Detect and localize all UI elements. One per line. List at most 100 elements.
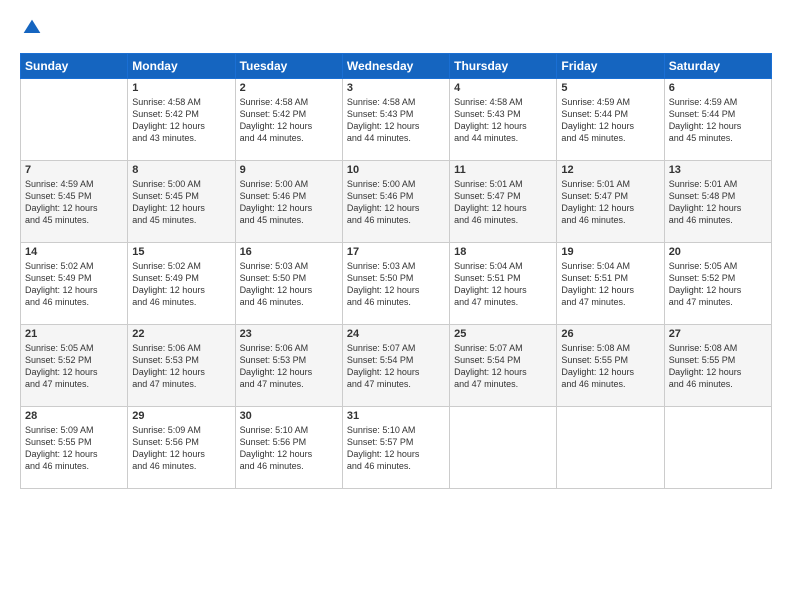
calendar-cell: 23 Sunrise: 5:06 AM Sunset: 5:53 PM Dayli… xyxy=(235,325,342,407)
day-info: Sunrise: 4:58 AM Sunset: 5:42 PM Dayligh… xyxy=(132,96,230,145)
day-number: 16 xyxy=(240,246,338,258)
day-number: 14 xyxy=(25,246,123,258)
calendar-cell: 1 Sunrise: 4:58 AM Sunset: 5:42 PM Daylig… xyxy=(128,79,235,161)
day-number: 12 xyxy=(561,164,659,176)
day-info: Sunrise: 5:09 AM Sunset: 5:55 PM Dayligh… xyxy=(25,424,123,473)
day-number: 19 xyxy=(561,246,659,258)
weekday-header-monday: Monday xyxy=(128,54,235,79)
calendar-week-4: 21 Sunrise: 5:05 AM Sunset: 5:52 PM Dayli… xyxy=(21,325,772,407)
calendar-cell: 3Sunrise: 4:58 AM Sunset: 5:43 PM Daylig… xyxy=(342,79,449,161)
day-number: 30 xyxy=(240,410,338,422)
logo-icon xyxy=(22,18,42,38)
day-info: Sunrise: 5:07 AM Sunset: 5:54 PM Dayligh… xyxy=(454,342,552,391)
day-number: 31 xyxy=(347,410,445,422)
day-info: Sunrise: 5:03 AM Sunset: 5:50 PM Dayligh… xyxy=(240,260,338,309)
day-info: Sunrise: 5:08 AM Sunset: 5:55 PM Dayligh… xyxy=(561,342,659,391)
day-info: Sunrise: 5:08 AM Sunset: 5:55 PM Dayligh… xyxy=(669,342,767,391)
day-number: 23 xyxy=(240,328,338,340)
calendar-cell: 18 Sunrise: 5:04 AM Sunset: 5:51 PM Dayli… xyxy=(450,243,557,325)
day-info: Sunrise: 5:00 AM Sunset: 5:45 PM Dayligh… xyxy=(132,178,230,227)
day-info: Sunrise: 5:06 AM Sunset: 5:53 PM Dayligh… xyxy=(240,342,338,391)
day-info: Sunrise: 4:59 AM Sunset: 5:44 PM Dayligh… xyxy=(669,96,767,145)
weekday-header-sunday: Sunday xyxy=(21,54,128,79)
day-info: Sunrise: 5:01 AM Sunset: 5:47 PM Dayligh… xyxy=(454,178,552,227)
calendar-cell: 24 Sunrise: 5:07 AM Sunset: 5:54 PM Dayli… xyxy=(342,325,449,407)
weekday-header-friday: Friday xyxy=(557,54,664,79)
day-number: 11 xyxy=(454,164,552,176)
calendar-cell: 27 Sunrise: 5:08 AM Sunset: 5:55 PM Dayli… xyxy=(664,325,771,407)
day-number: 4 xyxy=(454,82,552,94)
calendar-cell: 31 Sunrise: 5:10 AM Sunset: 5:57 PM Dayli… xyxy=(342,407,449,489)
weekday-header-wednesday: Wednesday xyxy=(342,54,449,79)
day-info: Sunrise: 5:10 AM Sunset: 5:56 PM Dayligh… xyxy=(240,424,338,473)
day-info: Sunrise: 5:02 AM Sunset: 5:49 PM Dayligh… xyxy=(132,260,230,309)
calendar-table: SundayMondayTuesdayWednesdayThursdayFrid… xyxy=(20,53,772,489)
weekday-header-row: SundayMondayTuesdayWednesdayThursdayFrid… xyxy=(21,54,772,79)
calendar-cell: 7 Sunrise: 4:59 AM Sunset: 5:45 PM Daylig… xyxy=(21,161,128,243)
day-number: 24 xyxy=(347,328,445,340)
calendar-cell: 14 Sunrise: 5:02 AM Sunset: 5:49 PM Dayli… xyxy=(21,243,128,325)
weekday-header-tuesday: Tuesday xyxy=(235,54,342,79)
calendar-cell: 19 Sunrise: 5:04 AM Sunset: 5:51 PM Dayli… xyxy=(557,243,664,325)
day-info: Sunrise: 5:00 AM Sunset: 5:46 PM Dayligh… xyxy=(347,178,445,227)
day-info: Sunrise: 5:04 AM Sunset: 5:51 PM Dayligh… xyxy=(561,260,659,309)
day-number: 1 xyxy=(132,82,230,94)
day-number: 21 xyxy=(25,328,123,340)
day-info: Sunrise: 5:09 AM Sunset: 5:56 PM Dayligh… xyxy=(132,424,230,473)
day-info: Sunrise: 5:07 AM Sunset: 5:54 PM Dayligh… xyxy=(347,342,445,391)
day-number: 22 xyxy=(132,328,230,340)
calendar-cell: 26 Sunrise: 5:08 AM Sunset: 5:55 PM Dayli… xyxy=(557,325,664,407)
day-info: Sunrise: 5:01 AM Sunset: 5:47 PM Dayligh… xyxy=(561,178,659,227)
day-number: 20 xyxy=(669,246,767,258)
calendar-cell: 5Sunrise: 4:59 AM Sunset: 5:44 PM Daylig… xyxy=(557,79,664,161)
day-info: Sunrise: 5:05 AM Sunset: 5:52 PM Dayligh… xyxy=(669,260,767,309)
day-info: Sunrise: 5:06 AM Sunset: 5:53 PM Dayligh… xyxy=(132,342,230,391)
calendar-cell: 29 Sunrise: 5:09 AM Sunset: 5:56 PM Dayli… xyxy=(128,407,235,489)
day-info: Sunrise: 5:01 AM Sunset: 5:48 PM Dayligh… xyxy=(669,178,767,227)
calendar-cell: 4Sunrise: 4:58 AM Sunset: 5:43 PM Daylig… xyxy=(450,79,557,161)
day-number: 7 xyxy=(25,164,123,176)
day-number: 10 xyxy=(347,164,445,176)
day-info: Sunrise: 5:04 AM Sunset: 5:51 PM Dayligh… xyxy=(454,260,552,309)
weekday-header-thursday: Thursday xyxy=(450,54,557,79)
day-number: 27 xyxy=(669,328,767,340)
calendar-cell: 21 Sunrise: 5:05 AM Sunset: 5:52 PM Dayli… xyxy=(21,325,128,407)
calendar-cell: 13 Sunrise: 5:01 AM Sunset: 5:48 PM Dayli… xyxy=(664,161,771,243)
calendar-cell: 15Sunrise: 5:02 AM Sunset: 5:49 PM Dayli… xyxy=(128,243,235,325)
day-info: Sunrise: 5:05 AM Sunset: 5:52 PM Dayligh… xyxy=(25,342,123,391)
day-number: 13 xyxy=(669,164,767,176)
day-number: 2 xyxy=(240,82,338,94)
calendar-cell: 22 Sunrise: 5:06 AM Sunset: 5:53 PM Dayli… xyxy=(128,325,235,407)
calendar-cell: 8 Sunrise: 5:00 AM Sunset: 5:45 PM Daylig… xyxy=(128,161,235,243)
header xyxy=(20,18,772,43)
calendar-cell: 16 Sunrise: 5:03 AM Sunset: 5:50 PM Dayli… xyxy=(235,243,342,325)
day-number: 26 xyxy=(561,328,659,340)
calendar-week-5: 28Sunrise: 5:09 AM Sunset: 5:55 PM Dayli… xyxy=(21,407,772,489)
weekday-header-saturday: Saturday xyxy=(664,54,771,79)
calendar-week-3: 14 Sunrise: 5:02 AM Sunset: 5:49 PM Dayli… xyxy=(21,243,772,325)
day-number: 5 xyxy=(561,82,659,94)
calendar-cell: 20 Sunrise: 5:05 AM Sunset: 5:52 PM Dayli… xyxy=(664,243,771,325)
calendar-cell xyxy=(21,79,128,161)
day-info: Sunrise: 5:10 AM Sunset: 5:57 PM Dayligh… xyxy=(347,424,445,473)
day-number: 6 xyxy=(669,82,767,94)
day-info: Sunrise: 5:02 AM Sunset: 5:49 PM Dayligh… xyxy=(25,260,123,309)
day-number: 29 xyxy=(132,410,230,422)
calendar-week-1: 1 Sunrise: 4:58 AM Sunset: 5:42 PM Daylig… xyxy=(21,79,772,161)
day-number: 17 xyxy=(347,246,445,258)
calendar-cell: 2 Sunrise: 4:58 AM Sunset: 5:42 PM Daylig… xyxy=(235,79,342,161)
calendar-cell xyxy=(557,407,664,489)
day-info: Sunrise: 5:00 AM Sunset: 5:46 PM Dayligh… xyxy=(240,178,338,227)
day-number: 8 xyxy=(132,164,230,176)
day-number: 18 xyxy=(454,246,552,258)
day-info: Sunrise: 4:59 AM Sunset: 5:45 PM Dayligh… xyxy=(25,178,123,227)
calendar-cell: 11 Sunrise: 5:01 AM Sunset: 5:47 PM Dayli… xyxy=(450,161,557,243)
day-number: 3 xyxy=(347,82,445,94)
calendar-cell xyxy=(664,407,771,489)
calendar-cell: 6 Sunrise: 4:59 AM Sunset: 5:44 PM Daylig… xyxy=(664,79,771,161)
calendar-cell: 25Sunrise: 5:07 AM Sunset: 5:54 PM Dayli… xyxy=(450,325,557,407)
calendar-cell: 12 Sunrise: 5:01 AM Sunset: 5:47 PM Dayli… xyxy=(557,161,664,243)
day-info: Sunrise: 4:58 AM Sunset: 5:42 PM Dayligh… xyxy=(240,96,338,145)
calendar-cell: 10 Sunrise: 5:00 AM Sunset: 5:46 PM Dayli… xyxy=(342,161,449,243)
day-info: Sunrise: 5:03 AM Sunset: 5:50 PM Dayligh… xyxy=(347,260,445,309)
